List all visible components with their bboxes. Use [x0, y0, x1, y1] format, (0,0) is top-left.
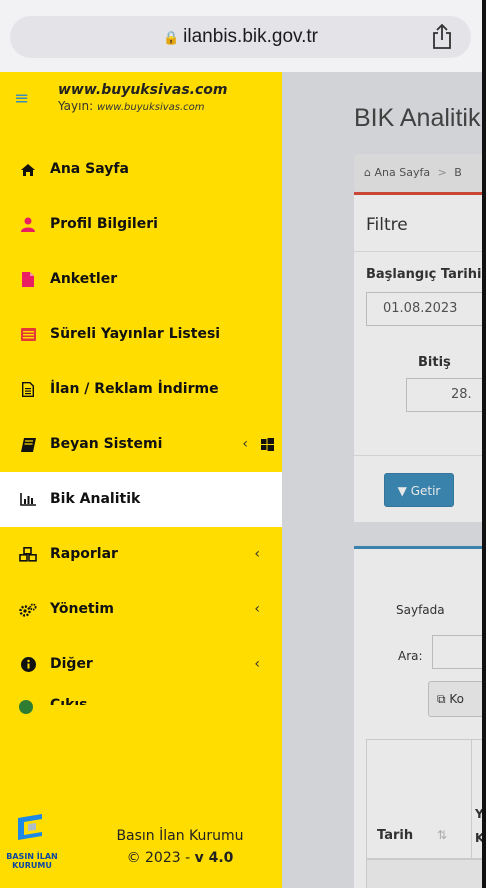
sidebar-item-label: Bik Analitik	[50, 491, 141, 507]
main-content-visible: BIK Analitik ⌂ Ana Sayfa > B Filtre Başl…	[282, 72, 482, 888]
sidebar-item-ana-sayfa[interactable]: Ana Sayfa	[0, 142, 282, 197]
share-icon[interactable]	[431, 24, 453, 50]
sidebar-item-label: Süreli Yayınlar Listesi	[50, 326, 221, 342]
exit-icon	[19, 700, 33, 714]
logo-text: BASIN İLAN KURUMU	[6, 852, 58, 870]
file-text-icon	[18, 362, 38, 417]
overlay-shade	[282, 72, 482, 888]
home-icon	[18, 142, 38, 197]
sidebar-item-label: Beyan Sistemi	[50, 436, 163, 452]
chevron-left-icon: ‹	[254, 656, 260, 672]
sidebar-item-raporlar[interactable]: Raporlar ‹	[0, 527, 282, 582]
cogs-icon	[18, 582, 38, 637]
sidebar-header: ≡ www.buyuksivas.com Yayın: www.buyuksiv…	[0, 72, 282, 128]
lock-icon: 🔒	[162, 30, 180, 45]
sidebar-item-profil[interactable]: Profil Bilgileri	[0, 197, 282, 252]
sidebar-item-bik-analitik[interactable]: Bik Analitik	[0, 472, 282, 527]
windows-icon	[261, 438, 274, 451]
sidebar-item-label: Ana Sayfa	[50, 161, 129, 177]
bar-chart-icon	[18, 472, 38, 527]
site-name: www.buyuksivas.com	[58, 82, 228, 98]
sidebar-nav: Ana Sayfa Profil Bilgileri Anketler Süre…	[0, 142, 282, 714]
sidebar-item-anketler[interactable]: Anketler	[0, 252, 282, 307]
sidebar-footer: BASIN İLAN KURUMU Basın İlan Kurumu © 20…	[0, 782, 282, 888]
chevron-left-icon: ‹	[242, 436, 248, 452]
url-field[interactable]: 🔒 ilanbis.bik.gov.tr	[10, 16, 471, 58]
sidebar-item-diger[interactable]: Diğer ‹	[0, 637, 282, 692]
url-label: ilanbis.bik.gov.tr	[183, 26, 318, 47]
sidebar-item-ilan-reklam[interactable]: İlan / Reklam İndirme	[0, 362, 282, 417]
menu-icon[interactable]: ≡	[14, 88, 29, 109]
sidebar-item-label: Profil Bilgileri	[50, 216, 158, 232]
sidebar-item-label: Raporlar	[50, 546, 118, 562]
info-icon	[18, 637, 38, 692]
sidebar-item-label: Çıkış	[50, 697, 88, 705]
url-text: 🔒 ilanbis.bik.gov.tr	[10, 26, 471, 48]
sidebar-item-label: Diğer	[50, 656, 93, 672]
cubes-icon	[18, 527, 38, 582]
sidebar-item-cikis[interactable]: Çıkış	[0, 692, 282, 714]
footer-copyright: © 2023 - v 4.0	[126, 850, 234, 866]
sidebar-item-beyan-sistemi[interactable]: Beyan Sistemi ‹	[0, 417, 282, 472]
book-icon	[18, 417, 38, 472]
sidebar-item-sureli-yayinlar[interactable]: Süreli Yayınlar Listesi	[0, 307, 282, 362]
browser-bar: 🔒 ilanbis.bik.gov.tr	[0, 0, 486, 72]
footer-org: Basın İlan Kurumu	[116, 828, 244, 844]
file-icon	[18, 252, 38, 307]
chevron-left-icon: ‹	[254, 601, 260, 617]
sidebar: ≡ www.buyuksivas.com Yayın: www.buyuksiv…	[0, 72, 282, 888]
sidebar-item-label: Yönetim	[50, 601, 115, 617]
list-alt-icon	[18, 307, 38, 362]
user-icon	[18, 197, 38, 252]
bik-logo	[18, 814, 42, 840]
sidebar-item-label: İlan / Reklam İndirme	[50, 381, 219, 397]
chevron-left-icon: ‹	[254, 546, 260, 562]
window-edge	[482, 0, 486, 888]
sidebar-item-label: Anketler	[50, 271, 118, 287]
site-subtitle: Yayın: www.buyuksivas.com	[58, 99, 205, 113]
sidebar-item-yonetim[interactable]: Yönetim ‹	[0, 582, 282, 637]
